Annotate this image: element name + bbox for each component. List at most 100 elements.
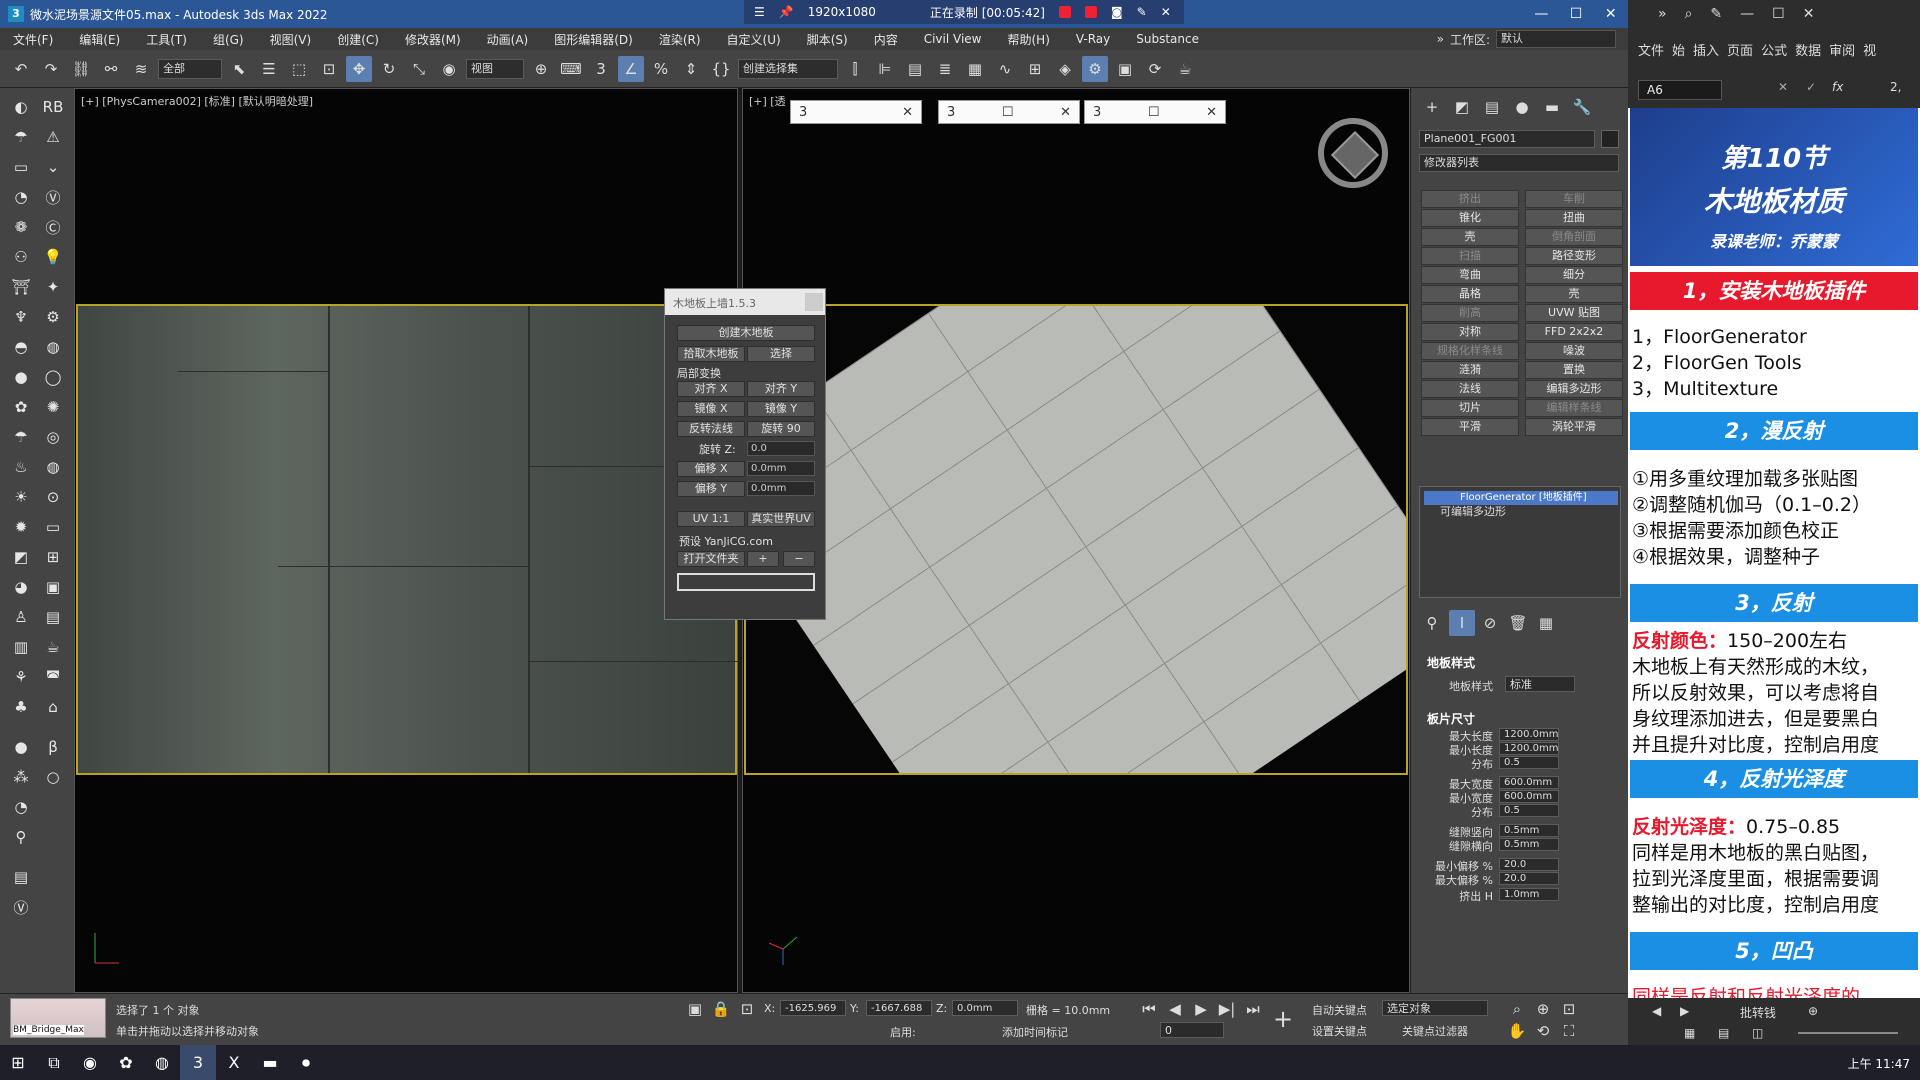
home-icon[interactable]: ⌂ [40,694,66,720]
floor-plane[interactable] [746,306,1406,773]
pen-icon[interactable]: ✎ [1137,5,1147,19]
stack-item-floorgenerator[interactable]: FloorGenerator [地板插件] [1424,491,1618,505]
prev-sheet-icon[interactable]: ◀ [1652,1004,1661,1018]
create-tab-icon[interactable]: + [1419,94,1445,120]
x-coordinate-field[interactable]: -1625.969 [780,1000,846,1016]
chevrons-icon[interactable]: ⌄ [40,154,66,180]
excel-taskbar-icon[interactable]: X [216,1045,252,1080]
modifier-button[interactable]: 倒角剖面 [1525,228,1623,246]
building-icon[interactable]: ▥ [8,634,34,660]
render-setup-icon[interactable]: ⚙ [1082,55,1108,82]
teapot-icon[interactable]: ☕ [40,634,66,660]
utilities-tab-icon[interactable]: 🔧 [1569,94,1595,120]
color-balls-icon[interactable]: ⁂ [8,764,34,790]
modifier-button[interactable]: 置换 [1525,361,1623,379]
modifier-button[interactable]: 壳 [1525,285,1623,303]
tab-formula[interactable]: 公式 [1761,40,1787,59]
app-icon[interactable]: ✿ [108,1045,144,1080]
recorder-icon[interactable]: ⏺ [288,1045,324,1080]
tab-view[interactable]: 视 [1863,40,1876,59]
tab-data[interactable]: 数据 [1795,40,1821,59]
param-spinner[interactable]: 20.0 [1499,872,1559,885]
offset-x-spinner[interactable]: 0.0mm [747,461,815,476]
object-icon[interactable]: ⚇ [8,244,34,270]
render-icon[interactable]: ⟳ [1142,56,1168,82]
select-by-name-icon[interactable]: ☰ [256,56,282,82]
menu-icon[interactable]: ☰ [754,5,765,19]
dll-icon[interactable]: ◯ [40,364,66,390]
globe-icon[interactable]: ◍ [40,454,66,480]
person-icon[interactable]: ♙ [8,604,34,630]
floating-tab-2[interactable]: 3 ☐ ✕ [938,100,1080,124]
modifier-list-select[interactable]: 修改器列表 [1419,154,1619,172]
menu-vray[interactable]: V-Ray [1063,32,1123,46]
perspective-floor-render[interactable] [744,304,1408,775]
object-color-swatch[interactable] [1601,130,1619,148]
orbit-icon[interactable]: ⟲ [1530,1018,1556,1044]
bind-spacewarp-icon[interactable]: ≋ [128,56,154,82]
modifier-button[interactable]: 路径变形 [1525,247,1623,265]
viewport-label[interactable]: [+] [透 [749,93,786,109]
next-frame-icon[interactable]: ▶| [1214,996,1240,1022]
spinner-snap-icon[interactable]: ⇕ [678,56,704,82]
modifier-button[interactable]: 削高 [1421,304,1519,322]
rect-selection-icon[interactable]: ⬚ [286,56,312,82]
curve-editor-icon[interactable]: ∿ [992,56,1018,82]
modifier-button[interactable]: 晶格 [1421,285,1519,303]
3dsmax-app-icon[interactable]: 3 [8,6,24,22]
modifier-button[interactable]: 切片 [1421,399,1519,417]
rollout-floor-style[interactable]: 地板样式 [1427,654,1475,671]
close-icon[interactable]: ✕ [1593,6,1628,22]
modifier-button[interactable]: 编辑多边形 [1525,380,1623,398]
floating-tab-3[interactable]: 3 ☐ ✕ [1084,100,1226,124]
modifier-button[interactable]: UVW 贴图 [1525,304,1623,322]
edit-named-sel-icon[interactable]: {} [708,56,734,82]
close-icon[interactable]: ✕ [1060,105,1071,120]
selected-object-select[interactable]: 选定对象 [1382,1000,1488,1016]
menu-rendering[interactable]: 渲染(R) [646,31,714,48]
lock-icon[interactable]: 🔒 [708,996,734,1022]
schematic-icon[interactable]: ⊞ [1022,56,1048,82]
beta-icon[interactable]: β [40,734,66,760]
menu-group[interactable]: 组(G) [200,31,257,48]
snap-3d-icon[interactable]: 3 [588,56,614,82]
rendered-frame-icon[interactable]: ▣ [1112,56,1138,82]
link-icon[interactable]: ⛓ [68,56,94,82]
menu-civil-view[interactable]: Civil View [911,32,995,46]
rotate-icon[interactable]: ↻ [376,56,402,82]
move-icon[interactable]: ✥ [346,55,372,82]
maximize-icon[interactable]: ☐ [1002,105,1014,120]
close-icon[interactable]: ✕ [1803,6,1815,22]
menu-file[interactable]: 文件(F) [0,31,66,48]
tab-review[interactable]: 审阅 [1829,40,1855,59]
percent-snap-icon[interactable]: % [648,56,674,82]
floating-tab-1[interactable]: 3 ✕ [790,100,922,124]
preset-list[interactable] [677,573,815,591]
close-icon[interactable]: ✕ [902,105,913,120]
param-spinner[interactable]: 1200.0mm [1499,742,1559,755]
expand-icon[interactable]: » [1658,6,1667,22]
sparkle-icon[interactable]: ✹ [8,514,34,540]
named-selection-set-select[interactable]: 创建选择集 [738,58,838,79]
key-shortcut-icon[interactable]: ⌨ [558,56,584,82]
select-object-icon[interactable]: ⬉ [226,56,252,82]
panel-icon[interactable]: ▤ [8,864,34,890]
param-spinner[interactable]: 600.0mm [1499,776,1559,789]
param-spinner[interactable]: 1.0mm [1499,888,1559,901]
umbrella-icon[interactable]: ☂ [8,424,34,450]
motion-tab-icon[interactable]: ● [1509,94,1535,120]
scene-circle-icon[interactable]: ◍ [40,334,66,360]
modifier-button[interactable]: 法线 [1421,380,1519,398]
prev-frame-icon[interactable]: ◀ [1162,996,1188,1022]
expand-icon[interactable]: » [1437,32,1444,46]
stack-item-editable-poly[interactable]: 可编辑多边形 [1426,505,1620,519]
key-filter-button[interactable]: 关键点过滤器 [1402,1023,1468,1039]
modifier-button[interactable]: 扭曲 [1525,209,1623,227]
tab-page[interactable]: 页面 [1727,40,1753,59]
make-unique-icon[interactable]: ⊘ [1477,610,1503,636]
param-spinner[interactable]: 600.0mm [1499,790,1559,803]
absolute-mode-icon[interactable]: ⊡ [734,996,760,1022]
modifier-button[interactable]: 噪波 [1525,342,1623,360]
maximize-viewport-icon[interactable]: ⛶ [1556,1018,1582,1044]
remove-preset-button[interactable]: − [783,551,815,567]
